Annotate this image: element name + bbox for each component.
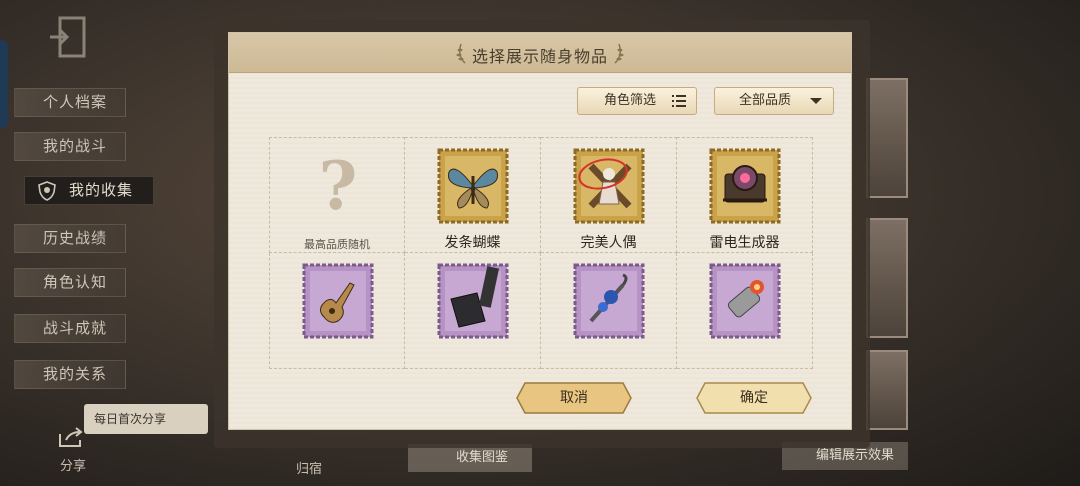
modal-header: 选择展示随身物品 <box>229 33 851 73</box>
daily-share-badge: 每日首次分享 <box>84 404 208 434</box>
item-grid: ? 最高品质随机 发条蝴蝶 完美人偶 雷电生成器 <box>269 137 813 369</box>
item-label: 最高品质随机 <box>304 238 370 251</box>
item-slot-butterfly[interactable]: 发条蝴蝶 <box>405 137 541 253</box>
modal-title: 选择展示随身物品 <box>471 47 608 66</box>
list-icon <box>672 95 686 107</box>
umbrella-stamp-icon <box>573 263 645 339</box>
sidebar-item-relations[interactable]: 我的关系 <box>14 360 126 389</box>
guitar-stamp-icon <box>302 263 374 339</box>
question-mark-icon: ? <box>318 147 358 225</box>
confirm-button[interactable]: 确定 <box>695 381 813 415</box>
cancel-button[interactable]: 取消 <box>515 381 633 415</box>
sidebar-item-profile[interactable]: 个人档案 <box>14 88 126 117</box>
sidebar-item-battles[interactable]: 我的战斗 <box>14 132 126 161</box>
left-edge-tab <box>0 40 8 128</box>
role-filter-button[interactable]: 角色筛选 <box>577 87 697 115</box>
sidebar-item-label: 历史战绩 <box>43 229 108 247</box>
chevron-down-icon <box>810 98 822 104</box>
confirm-label: 确定 <box>740 390 768 406</box>
card-thumbnail <box>866 350 908 430</box>
phone-stamp-icon <box>437 263 509 339</box>
role-filter-label: 角色筛选 <box>604 93 657 108</box>
sidebar-item-label: 角色认知 <box>43 273 108 291</box>
shield-icon <box>38 181 56 201</box>
quality-filter-dropdown[interactable]: 全部品质 <box>714 87 834 115</box>
card-thumbnail <box>866 78 908 198</box>
item-select-modal: 选择展示随身物品 角色筛选 全部品质 ? 最高品质随机 发条蝴蝶 完美人偶 雷电… <box>228 32 852 430</box>
generator-stamp-icon <box>709 148 781 224</box>
archive-label[interactable]: 归宿 <box>296 458 322 477</box>
item-label: 发条蝴蝶 <box>444 235 501 251</box>
sidebar-item-label: 个人档案 <box>43 93 108 111</box>
sidebar-item-label: 战斗成就 <box>43 319 108 337</box>
item-slot-random[interactable]: ? 最高品质随机 <box>269 137 405 253</box>
sidebar-item-roles[interactable]: 角色认知 <box>14 268 126 297</box>
item-slot-phone[interactable] <box>405 253 541 369</box>
exit-door-icon[interactable] <box>46 14 90 60</box>
sidebar-item-label: 我的收集 <box>69 181 134 199</box>
item-slot-generator[interactable]: 雷电生成器 <box>677 137 813 253</box>
doll-stamp-icon <box>573 148 645 224</box>
sidebar-item-history[interactable]: 历史战绩 <box>14 224 126 253</box>
butterfly-stamp-icon <box>437 148 509 224</box>
item-slot-doll[interactable]: 完美人偶 <box>541 137 677 253</box>
item-slot-guitar[interactable] <box>269 253 405 369</box>
item-slot-lighter[interactable] <box>677 253 813 369</box>
quality-filter-label: 全部品质 <box>739 93 792 108</box>
sidebar-item-label: 我的战斗 <box>43 137 108 155</box>
cancel-label: 取消 <box>560 390 588 406</box>
sidebar-item-label: 我的关系 <box>43 365 108 383</box>
item-label: 雷电生成器 <box>709 235 780 251</box>
sidebar-item-collection[interactable]: 我的收集 <box>24 176 154 205</box>
lighter-stamp-icon <box>709 263 781 339</box>
share-icon[interactable] <box>56 426 86 450</box>
item-label: 完美人偶 <box>580 235 637 251</box>
share-label[interactable]: 分享 <box>60 455 86 474</box>
sidebar-item-achievements[interactable]: 战斗成就 <box>14 314 126 343</box>
card-thumbnail <box>866 218 908 338</box>
gallery-button[interactable]: 收集图鉴 <box>408 444 532 472</box>
item-slot-umbrella[interactable] <box>541 253 677 369</box>
laurel-icon <box>614 43 624 64</box>
